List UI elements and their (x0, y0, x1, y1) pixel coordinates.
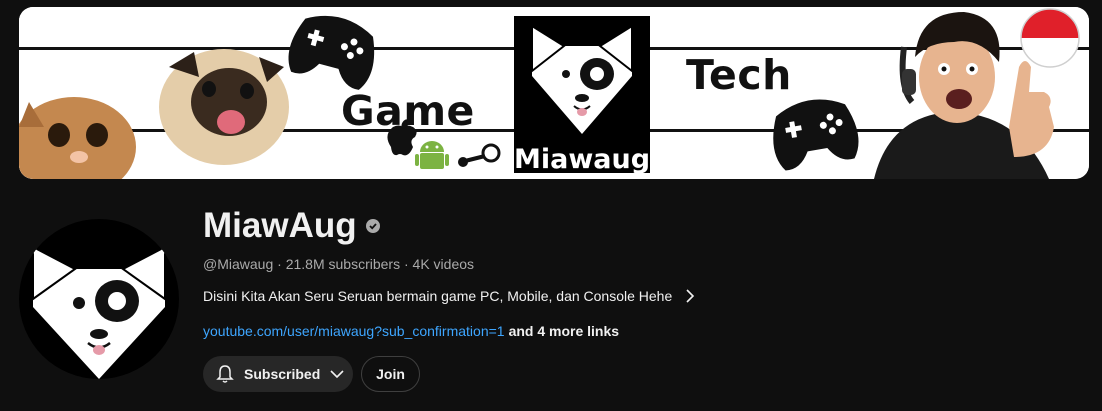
channel-description[interactable]: Disini Kita Akan Seru Seruan bermain gam… (203, 288, 695, 304)
chevron-right-icon[interactable] (685, 289, 695, 303)
subscribed-button[interactable]: Subscribed (203, 356, 353, 392)
join-button[interactable]: Join (361, 356, 420, 392)
channel-name-text: MiawAug (203, 206, 357, 245)
channel-handle: @Miawaug (203, 256, 274, 272)
banner-logo: Miawaug (514, 16, 651, 175)
chevron-down-icon (330, 369, 344, 379)
banner-word-game: Game (341, 87, 475, 135)
channel-links: youtube.com/user/miawaug?sub_confirmatio… (203, 323, 619, 339)
channel-name: MiawAug (203, 206, 380, 246)
pug-image (159, 49, 289, 165)
more-links[interactable]: and 4 more links (509, 323, 619, 339)
subscriber-count: 21.8M subscribers (285, 256, 401, 272)
meta-separator: · (273, 256, 286, 272)
meta-separator: · (400, 256, 413, 272)
join-label: Join (376, 366, 405, 382)
channel-avatar[interactable] (19, 219, 179, 379)
dog-avatar-icon (32, 245, 166, 379)
banner-logo-text: Miawaug (514, 144, 651, 175)
bell-icon (215, 364, 235, 384)
video-count: 4K videos (412, 256, 475, 272)
subscribed-label: Subscribed (244, 366, 321, 382)
description-text: Disini Kita Akan Seru Seruan bermain gam… (203, 288, 673, 304)
channel-banner: Game Tech Miawaug (19, 7, 1089, 179)
verified-check-icon[interactable] (365, 219, 380, 233)
banner-word-tech: Tech (686, 51, 792, 99)
channel-meta: @Miawaug · 21.8M subscribers · 4K videos (203, 256, 474, 272)
channel-link[interactable]: youtube.com/user/miawaug?sub_confirmatio… (203, 323, 505, 339)
